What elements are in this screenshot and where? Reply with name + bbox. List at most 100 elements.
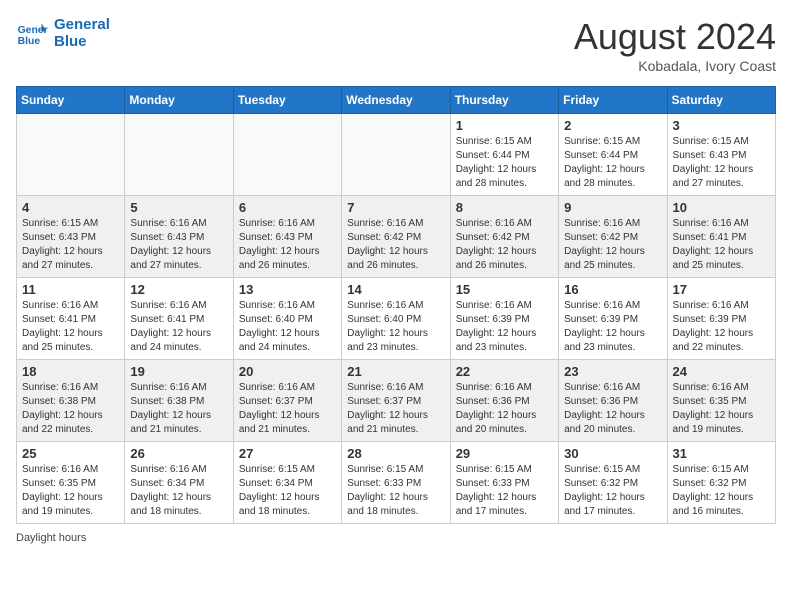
calendar-cell: 18 Sunrise: 6:16 AM Sunset: 6:38 PM Dayli…	[17, 360, 125, 442]
calendar-cell: 31Sunrise: 6:15 AM Sunset: 6:32 PM Dayli…	[667, 442, 775, 524]
calendar-cell: 22 Sunrise: 6:16 AM Sunset: 6:36 PM Dayli…	[450, 360, 558, 442]
calendar-cell: 6 Sunrise: 6:16 AM Sunset: 6:43 PM Daylig…	[233, 196, 341, 278]
day-number: 11	[22, 282, 119, 297]
calendar-cell: 9 Sunrise: 6:16 AM Sunset: 6:42 PM Daylig…	[559, 196, 667, 278]
header-thursday: Thursday	[450, 87, 558, 114]
day-number: 2	[564, 118, 661, 133]
calendar-cell: 20Sunrise: 6:16 AM Sunset: 6:37 PM Dayli…	[233, 360, 341, 442]
day-info: Sunrise: 6:16 AM Sunset: 6:38 PM Dayligh…	[130, 381, 227, 437]
header-sunday: Sunday	[17, 87, 125, 114]
calendar-cell: 19 Sunrise: 6:16 AM Sunset: 6:38 PM Dayli…	[125, 360, 233, 442]
day-info: Sunrise: 6:16 AM Sunset: 6:35 PM Dayligh…	[22, 463, 119, 519]
calendar-cell: 27 Sunrise: 6:15 AM Sunset: 6:34 PM Dayli…	[233, 442, 341, 524]
day-info: Sunrise: 6:15 AM Sunset: 6:44 PM Dayligh…	[564, 135, 661, 191]
calendar-cell: 2 Sunrise: 6:15 AM Sunset: 6:44 PM Daylig…	[559, 114, 667, 196]
calendar-header-row: SundayMondayTuesdayWednesdayThursdayFrid…	[17, 87, 776, 114]
calendar-cell: 13 Sunrise: 6:16 AM Sunset: 6:40 PM Dayli…	[233, 278, 341, 360]
calendar-cell: 25 Sunrise: 6:16 AM Sunset: 6:35 PM Dayli…	[17, 442, 125, 524]
day-number: 3	[673, 118, 770, 133]
day-info: Sunrise: 6:16 AM Sunset: 6:41 PM Dayligh…	[130, 299, 227, 355]
day-info: Sunrise: 6:16 AM Sunset: 6:42 PM Dayligh…	[564, 217, 661, 273]
day-number: 30	[564, 446, 661, 461]
day-number: 10	[673, 200, 770, 215]
day-info: Sunrise: 6:15 AM Sunset: 6:43 PM Dayligh…	[22, 217, 119, 273]
header-wednesday: Wednesday	[342, 87, 450, 114]
day-number: 9	[564, 200, 661, 215]
calendar-cell: 11 Sunrise: 6:16 AM Sunset: 6:41 PM Dayli…	[17, 278, 125, 360]
location-subtitle: Kobadala, Ivory Coast	[574, 58, 776, 74]
day-info: Sunrise: 6:16 AM Sunset: 6:40 PM Dayligh…	[347, 299, 444, 355]
day-number: 1	[456, 118, 553, 133]
day-info: Sunrise: 6:16 AM Sunset: 6:43 PM Dayligh…	[239, 217, 336, 273]
day-info: Sunrise: 6:16 AM Sunset: 6:38 PM Dayligh…	[22, 381, 119, 437]
day-number: 4	[22, 200, 119, 215]
footer-note: Daylight hours	[16, 532, 776, 544]
svg-text:Blue: Blue	[18, 36, 41, 47]
day-number: 5	[130, 200, 227, 215]
week-row-1: 1 Sunrise: 6:15 AM Sunset: 6:44 PM Daylig…	[17, 114, 776, 196]
day-info: Sunrise: 6:16 AM Sunset: 6:36 PM Dayligh…	[456, 381, 553, 437]
calendar-cell: 24 Sunrise: 6:16 AM Sunset: 6:35 PM Dayli…	[667, 360, 775, 442]
day-number: 14	[347, 282, 444, 297]
calendar-cell: 15 Sunrise: 6:16 AM Sunset: 6:39 PM Dayli…	[450, 278, 558, 360]
day-number: 13	[239, 282, 336, 297]
day-info: Sunrise: 6:15 AM Sunset: 6:43 PM Dayligh…	[673, 135, 770, 191]
day-info: Sunrise: 6:15 AM Sunset: 6:34 PM Dayligh…	[239, 463, 336, 519]
day-number: 23	[564, 364, 661, 379]
week-row-2: 4 Sunrise: 6:15 AM Sunset: 6:43 PM Daylig…	[17, 196, 776, 278]
day-info: Sunrise: 6:16 AM Sunset: 6:40 PM Dayligh…	[239, 299, 336, 355]
day-info: Sunrise: 6:16 AM Sunset: 6:39 PM Dayligh…	[673, 299, 770, 355]
day-number: 6	[239, 200, 336, 215]
calendar-cell	[342, 114, 450, 196]
day-number: 19	[130, 364, 227, 379]
calendar-cell: 1 Sunrise: 6:15 AM Sunset: 6:44 PM Daylig…	[450, 114, 558, 196]
calendar-cell: 3 Sunrise: 6:15 AM Sunset: 6:43 PM Daylig…	[667, 114, 775, 196]
day-number: 29	[456, 446, 553, 461]
calendar-cell: 17 Sunrise: 6:16 AM Sunset: 6:39 PM Dayli…	[667, 278, 775, 360]
day-info: Sunrise: 6:16 AM Sunset: 6:42 PM Dayligh…	[347, 217, 444, 273]
calendar-cell: 4 Sunrise: 6:15 AM Sunset: 6:43 PM Daylig…	[17, 196, 125, 278]
calendar-cell: 12 Sunrise: 6:16 AM Sunset: 6:41 PM Dayli…	[125, 278, 233, 360]
calendar-cell: 30 Sunrise: 6:15 AM Sunset: 6:32 PM Dayli…	[559, 442, 667, 524]
day-info: Sunrise: 6:16 AM Sunset: 6:41 PM Dayligh…	[22, 299, 119, 355]
day-number: 22	[456, 364, 553, 379]
calendar-cell: 8Sunrise: 6:16 AM Sunset: 6:42 PM Daylig…	[450, 196, 558, 278]
day-info: Sunrise: 6:16 AM Sunset: 6:37 PM Dayligh…	[347, 381, 444, 437]
day-number: 15	[456, 282, 553, 297]
calendar-cell: 29Sunrise: 6:15 AM Sunset: 6:33 PM Dayli…	[450, 442, 558, 524]
calendar-cell: 7 Sunrise: 6:16 AM Sunset: 6:42 PM Daylig…	[342, 196, 450, 278]
day-number: 18	[22, 364, 119, 379]
day-info: Sunrise: 6:15 AM Sunset: 6:33 PM Dayligh…	[347, 463, 444, 519]
calendar-cell: 5Sunrise: 6:16 AM Sunset: 6:43 PM Daylig…	[125, 196, 233, 278]
logo-line2: Blue	[54, 33, 110, 50]
day-number: 28	[347, 446, 444, 461]
day-info: Sunrise: 6:16 AM Sunset: 6:36 PM Dayligh…	[564, 381, 661, 437]
header-friday: Friday	[559, 87, 667, 114]
day-number: 25	[22, 446, 119, 461]
month-title: August 2024	[574, 16, 776, 58]
day-number: 21	[347, 364, 444, 379]
day-number: 20	[239, 364, 336, 379]
page-header: General Blue General Blue August 2024 Ko…	[16, 16, 776, 74]
day-number: 26	[130, 446, 227, 461]
day-info: Sunrise: 6:16 AM Sunset: 6:42 PM Dayligh…	[456, 217, 553, 273]
day-number: 17	[673, 282, 770, 297]
logo-icon: General Blue	[16, 17, 48, 49]
calendar-cell	[125, 114, 233, 196]
day-info: Sunrise: 6:16 AM Sunset: 6:41 PM Dayligh…	[673, 217, 770, 273]
calendar-cell	[233, 114, 341, 196]
logo: General Blue General Blue	[16, 16, 110, 50]
day-info: Sunrise: 6:16 AM Sunset: 6:35 PM Dayligh…	[673, 381, 770, 437]
day-number: 16	[564, 282, 661, 297]
calendar-cell: 26Sunrise: 6:16 AM Sunset: 6:34 PM Dayli…	[125, 442, 233, 524]
calendar-cell: 16Sunrise: 6:16 AM Sunset: 6:39 PM Dayli…	[559, 278, 667, 360]
day-number: 27	[239, 446, 336, 461]
day-number: 12	[130, 282, 227, 297]
week-row-4: 18 Sunrise: 6:16 AM Sunset: 6:38 PM Dayli…	[17, 360, 776, 442]
day-info: Sunrise: 6:15 AM Sunset: 6:32 PM Dayligh…	[564, 463, 661, 519]
day-info: Sunrise: 6:15 AM Sunset: 6:44 PM Dayligh…	[456, 135, 553, 191]
header-monday: Monday	[125, 87, 233, 114]
day-number: 24	[673, 364, 770, 379]
day-info: Sunrise: 6:16 AM Sunset: 6:39 PM Dayligh…	[456, 299, 553, 355]
day-number: 7	[347, 200, 444, 215]
